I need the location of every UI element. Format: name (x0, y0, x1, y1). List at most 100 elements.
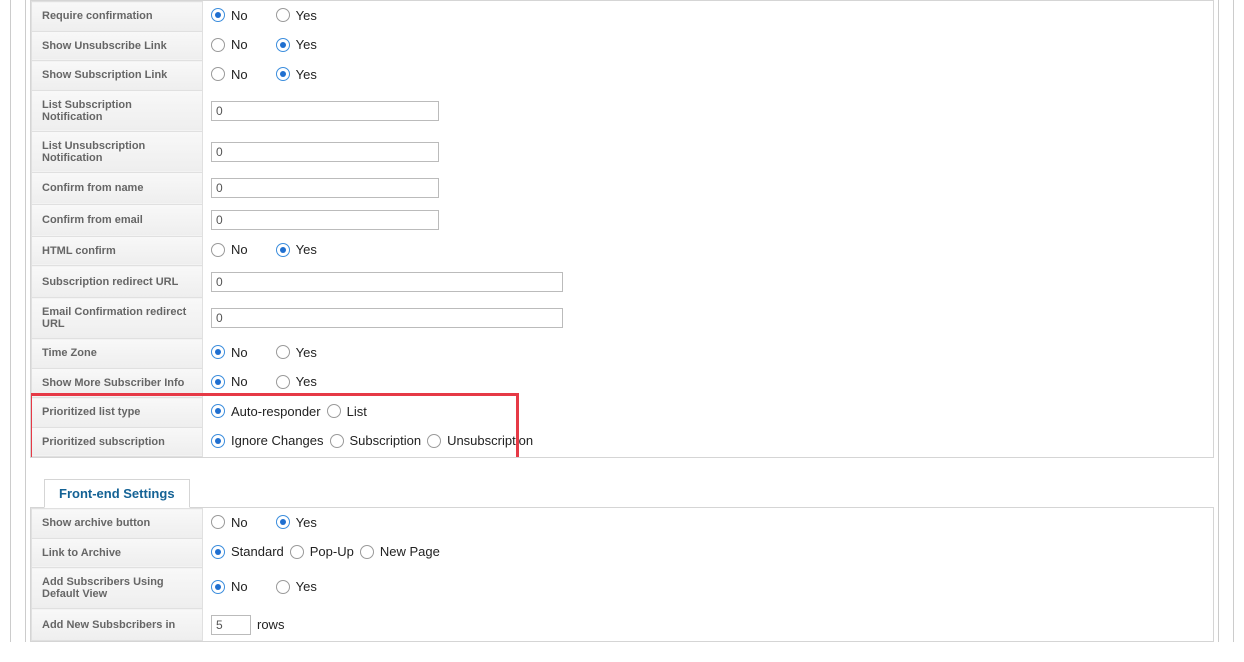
radio-dot-icon (276, 243, 290, 257)
radio-label: No (231, 515, 248, 530)
table-row: Prioritized subscriptionIgnore ChangesSu… (32, 427, 1213, 457)
field-cell: No Yes (203, 61, 1213, 91)
radio-dot-icon (211, 580, 225, 594)
table-row: Require confirmationNoYes (32, 2, 1213, 32)
radio-show-subscription-link-no[interactable]: No (211, 67, 248, 82)
field-label-subscription-redirect-url: Subscription redirect URL (32, 266, 203, 298)
field-cell (203, 90, 1213, 131)
field-label-link-to-archive: Link to Archive (32, 538, 203, 568)
field-cell: Auto-responder List (203, 398, 1213, 428)
radio-dot-icon (211, 8, 225, 22)
table-row: HTML confirmNoYes (32, 236, 1213, 266)
radio-dot-icon (211, 434, 225, 448)
settings-table-1: Require confirmationNoYesShow Unsubscrib… (31, 1, 1213, 457)
radio-time-zone-yes[interactable]: Yes (276, 345, 317, 360)
radio-time-zone-no[interactable]: No (211, 345, 248, 360)
radio-dot-icon (276, 515, 290, 529)
radio-dot-icon (276, 345, 290, 359)
radio-show-unsubscribe-link-no[interactable]: No (211, 37, 248, 52)
field-label-list-unsubscription-notification: List Unsubscription Notification (32, 131, 203, 172)
table-row: List Subscription Notification (32, 90, 1213, 131)
field-cell: No Yes (203, 339, 1213, 369)
radio-html-confirm-no[interactable]: No (211, 242, 248, 257)
radio-label: Pop-Up (310, 544, 354, 559)
settings-panel-1: Require confirmationNoYesShow Unsubscrib… (30, 0, 1214, 458)
radio-show-unsubscribe-link-yes[interactable]: Yes (276, 37, 317, 52)
radio-prioritized-subscription-ignore-changes[interactable]: Ignore Changes (211, 433, 328, 448)
radio-dot-icon (276, 38, 290, 52)
confirm-from-email-input[interactable] (211, 210, 439, 230)
radio-dot-icon (276, 375, 290, 389)
radio-dot-icon (211, 243, 225, 257)
field-label-prioritized-list-type: Prioritized list type (32, 398, 203, 428)
frontend-settings-tab[interactable]: Front-end Settings (44, 479, 190, 508)
field-cell: No Yes (203, 2, 1213, 32)
radio-prioritized-subscription-subscription[interactable]: Subscription (330, 433, 426, 448)
table-row: Show Unsubscribe LinkNoYes (32, 31, 1213, 61)
radio-group-link-to-archive: StandardPop-UpNew Page (211, 548, 446, 562)
subscription-redirect-url-input[interactable] (211, 272, 563, 292)
radio-link-to-archive-standard[interactable]: Standard (211, 544, 288, 559)
radio-require-confirmation-yes[interactable]: Yes (276, 8, 317, 23)
radio-label: Yes (296, 515, 317, 530)
settings-table-2: Show archive buttonNoYesLink to ArchiveS… (31, 508, 1213, 641)
radio-dot-icon (211, 404, 225, 418)
radio-dot-icon (276, 580, 290, 594)
rows-suffix-label: rows (257, 617, 284, 632)
radio-label: Yes (296, 579, 317, 594)
list-subscription-notification-input[interactable] (211, 101, 439, 121)
table-row: Time Zone No Yes (32, 339, 1213, 369)
radio-label: Yes (296, 374, 317, 389)
radio-link-to-archive-new-page[interactable]: New Page (360, 544, 444, 559)
radio-label: No (231, 242, 248, 257)
radio-show-more-subscriber-info-yes[interactable]: Yes (276, 374, 317, 389)
confirm-from-name-input[interactable] (211, 178, 439, 198)
table-row: Show archive buttonNoYes (32, 509, 1213, 539)
field-cell (203, 172, 1213, 204)
radio-link-to-archive-pop-up[interactable]: Pop-Up (290, 544, 358, 559)
radio-dot-icon (360, 545, 374, 559)
radio-dot-icon (211, 515, 225, 529)
radio-label: Auto-responder (231, 404, 321, 419)
list-unsubscription-notification-input[interactable] (211, 142, 439, 162)
radio-dot-icon (276, 67, 290, 81)
radio-label: New Page (380, 544, 440, 559)
table-row: Show More Subscriber InfoNoYes (32, 368, 1213, 398)
table-row: Add New Subsbcribers in rows (32, 609, 1213, 641)
field-label-list-subscription-notification: List Subscription Notification (32, 90, 203, 131)
radio-show-archive-button-yes[interactable]: Yes (276, 515, 317, 530)
radio-label: No (231, 8, 248, 23)
field-cell: No Yes (203, 509, 1213, 539)
field-cell: Ignore ChangesSubscriptionUnsubscription (203, 427, 1213, 457)
radio-label: Yes (296, 67, 317, 82)
radio-add-subscribers-using-default-view-no[interactable]: No (211, 579, 248, 594)
field-cell (203, 298, 1213, 339)
field-label-confirm-from-email: Confirm from email (32, 204, 203, 236)
radio-prioritized-list-type-auto-responder[interactable]: Auto-responder (211, 404, 325, 419)
field-cell: rows (203, 609, 1213, 641)
radio-show-more-subscriber-info-no[interactable]: No (211, 374, 248, 389)
table-row: Email Confirmation redirect URL (32, 298, 1213, 339)
radio-dot-icon (290, 545, 304, 559)
field-cell: No Yes (203, 568, 1213, 609)
radio-dot-icon (211, 345, 225, 359)
radio-require-confirmation-no[interactable]: No (211, 8, 248, 23)
radio-prioritized-list-type-list[interactable]: List (327, 404, 371, 419)
field-cell: No Yes (203, 236, 1213, 266)
radio-add-subscribers-using-default-view-yes[interactable]: Yes (276, 579, 317, 594)
radio-show-archive-button-no[interactable]: No (211, 515, 248, 530)
radio-show-subscription-link-yes[interactable]: Yes (276, 67, 317, 82)
radio-label: Yes (296, 242, 317, 257)
field-label-show-subscription-link: Show Subscription Link (32, 61, 203, 91)
field-label-time-zone: Time Zone (32, 339, 203, 369)
field-label-prioritized-subscription: Prioritized subscription (32, 427, 203, 457)
radio-prioritized-subscription-unsubscription[interactable]: Unsubscription (427, 433, 537, 448)
radio-html-confirm-yes[interactable]: Yes (276, 242, 317, 257)
email-confirmation-redirect-url-input[interactable] (211, 308, 563, 328)
radio-label: Yes (296, 345, 317, 360)
radio-label: No (231, 374, 248, 389)
radio-dot-icon (211, 67, 225, 81)
add-new-subsbcribers-in-input[interactable] (211, 615, 251, 635)
radio-dot-icon (276, 8, 290, 22)
field-label-add-new-subsbcribers-in: Add New Subsbcribers in (32, 609, 203, 641)
